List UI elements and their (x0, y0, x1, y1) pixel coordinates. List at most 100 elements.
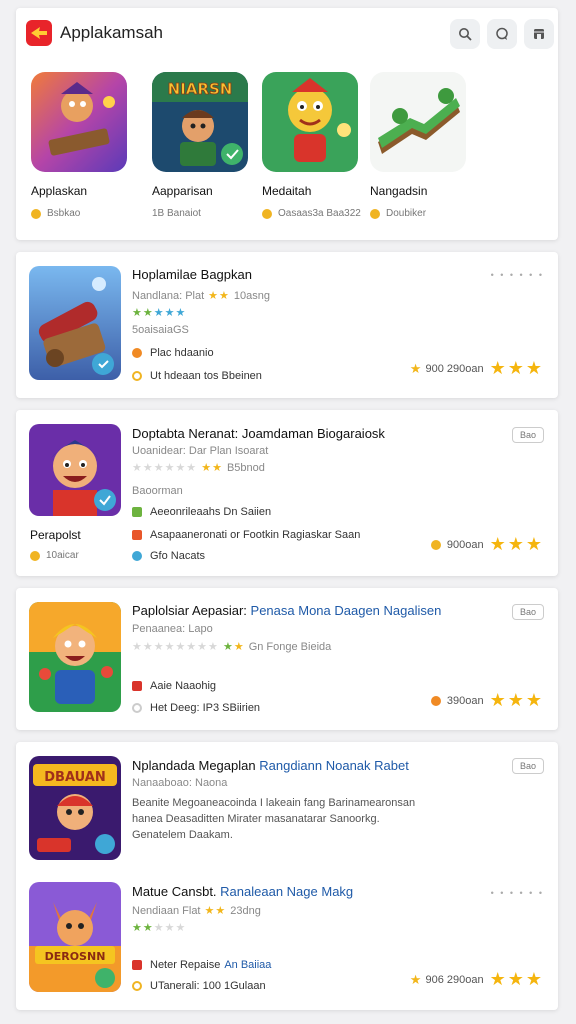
heart-icon (132, 960, 142, 970)
info-line: Asapaaneronati or Footkin Ragiaskar Saan (150, 529, 361, 541)
rating-label: 23dng (230, 904, 261, 917)
star-icon: ★ (409, 971, 422, 987)
options-button[interactable]: Bao (512, 604, 544, 620)
app-title: Applakamsah (60, 23, 164, 42)
info-line: Aeeonrileaahs Dn Saiien (150, 506, 272, 518)
price-rating[interactable]: 390oan ★★★ (430, 690, 544, 711)
clock-icon (132, 703, 142, 713)
rating-stars: ★★★★★★★★ ★★ (132, 641, 245, 653)
rating-stars: ★★★★★ (132, 922, 187, 934)
coin-icon (31, 208, 41, 219)
price-rating[interactable]: 900oan ★★★ (430, 534, 544, 555)
game-artwork-island (370, 72, 466, 172)
clock-icon (132, 981, 142, 991)
info-line: UTanerali: 100 1Gulaan (150, 980, 266, 992)
app-list-group: DBAUAN Nplandada Megaplan Rangdiann Noan… (16, 742, 558, 1010)
rating-label: B5bnod (226, 461, 265, 474)
app-title[interactable]: Nplandada Megaplan Rangdiann Noanak Rabe… (132, 758, 409, 773)
featured-app-1[interactable]: Applaskan Bsbkao (31, 72, 129, 219)
featured-app-4[interactable]: Nangadsin Doubiker (370, 72, 468, 219)
featured-app-2[interactable]: NIARSN Aapparisan 1B Banaiot (152, 72, 250, 219)
rating-stars-large: ★★★ (489, 534, 544, 554)
options-button[interactable]: Bao (512, 758, 544, 774)
search-button[interactable] (450, 19, 480, 49)
app-subtitle: Nendiaan Flat (132, 904, 201, 917)
app-title[interactable]: Matue Cansbt. Ranaleaan Nage Makg (132, 884, 353, 899)
price-label: 906 290oan (425, 973, 484, 986)
app-caption: Perapolst (30, 528, 81, 542)
coin-icon (30, 550, 40, 561)
status-icon (132, 348, 142, 358)
rating-stars: ★★★★★ (132, 307, 187, 319)
app-list-item-1[interactable]: Hoplamilae Bagpkan • • • • • • Nandlana:… (16, 252, 558, 398)
app-subtitle: Penaanea: Lapo (132, 623, 213, 635)
svg-text:NIARSN: NIARSN (168, 80, 233, 98)
game-artwork-fighter (29, 602, 121, 712)
price-rating[interactable]: ★ 900 290oan ★★★ (410, 358, 544, 379)
more-menu[interactable]: • • • • • • (491, 270, 544, 280)
star-icon: ★ (409, 360, 422, 376)
chat-button[interactable] (487, 19, 517, 49)
rating-stars: ★★ (204, 905, 227, 917)
info-line: Neter Repaise (150, 959, 221, 971)
app-tag: 5oaisaiaGS (132, 324, 189, 336)
app-description: Beanite Megoaneacoinda I lakeain fang Ba… (132, 797, 416, 841)
more-menu[interactable]: • • • • • • (491, 888, 544, 898)
info-line: Plac hdaanio (150, 347, 214, 359)
game-artwork-hero: NIARSN (152, 72, 248, 172)
game-artwork-cannon (29, 266, 121, 380)
clock-icon (132, 371, 142, 381)
featured-app-meta: Doubiker (386, 208, 427, 219)
info-line: Ut hdeaan tos Bbeinen (150, 370, 262, 382)
game-artwork-fox: DEROSNN (29, 882, 121, 992)
rating-stars: ★★ (208, 290, 230, 302)
info-line: Gfo Nacats (150, 550, 206, 562)
heart-icon (132, 681, 142, 691)
featured-app-name: Applaskan (31, 184, 88, 198)
app-list-item-2[interactable]: Perapolst 10aicar Doptabta Neranat: Joam… (16, 410, 558, 576)
app-tag: Baoorman (132, 485, 183, 497)
coin-icon (430, 539, 441, 550)
price-label: 390oan (446, 694, 484, 707)
price-label: 900oan (446, 538, 484, 551)
store-icon (534, 29, 544, 39)
rating-stars-large: ★★★ (489, 358, 544, 378)
app-title[interactable]: Hoplamilae Bagpkan (132, 267, 252, 282)
app-caption-meta: 10aicar (46, 550, 79, 561)
featured-app-name: Nangadsin (370, 184, 428, 198)
app-list-item-3[interactable]: Paplolsiar Aepasiar: Penasa Mona Daagen … (16, 588, 558, 730)
coin-icon (370, 208, 380, 219)
app-title[interactable]: Paplolsiar Aepasiar: Penasa Mona Daagen … (132, 603, 441, 618)
price-rating[interactable]: ★ 906 290oan ★★★ (410, 969, 544, 990)
rating-label: Gn Fonge Bieida (248, 640, 332, 653)
chat-icon (496, 27, 508, 40)
coin-icon (430, 695, 441, 706)
game-artwork-monkey (262, 72, 358, 172)
rating-label: 10asng (233, 289, 270, 302)
featured-app-meta: Oasaas3a Baa322 (278, 208, 361, 219)
app-subtitle: Uoanidear: Dar Plan Isoarat (132, 445, 269, 457)
game-artwork-character (29, 424, 121, 516)
info-line: Aaie Naaohig (150, 680, 217, 692)
rating-stars-large: ★★★ (489, 969, 544, 989)
info-icon (132, 551, 142, 561)
featured-app-name: Medaitah (262, 184, 312, 198)
rating-stars: ★★★★★★ ★★ (132, 462, 223, 474)
app-subtitle: Nanaaboao: Naona (132, 777, 228, 789)
options-button[interactable]: Bao (512, 427, 544, 443)
svg-text:DBAUAN: DBAUAN (44, 770, 105, 785)
info-line-accent: An Baiiaa (224, 959, 272, 971)
game-artwork-pirate (31, 72, 127, 172)
app-logo[interactable] (26, 20, 52, 46)
store-button[interactable] (524, 19, 554, 49)
app-subtitle: Nandlana: Plat (132, 289, 205, 302)
search-icon (459, 28, 472, 41)
info-line: Het Deeg: IP3 SBiirien (150, 702, 261, 714)
game-artwork-adventurer: DBAUAN (29, 756, 121, 860)
flag-icon (132, 530, 142, 540)
price-label: 900 290oan (425, 362, 484, 375)
coin-icon (262, 208, 272, 219)
app-title[interactable]: Doptabta Neranat: Joamdaman Biogaraiosk (132, 426, 385, 441)
svg-text:DEROSNN: DEROSNN (45, 950, 106, 963)
featured-app-3[interactable]: Medaitah Oasaas3a Baa322 (262, 72, 361, 219)
